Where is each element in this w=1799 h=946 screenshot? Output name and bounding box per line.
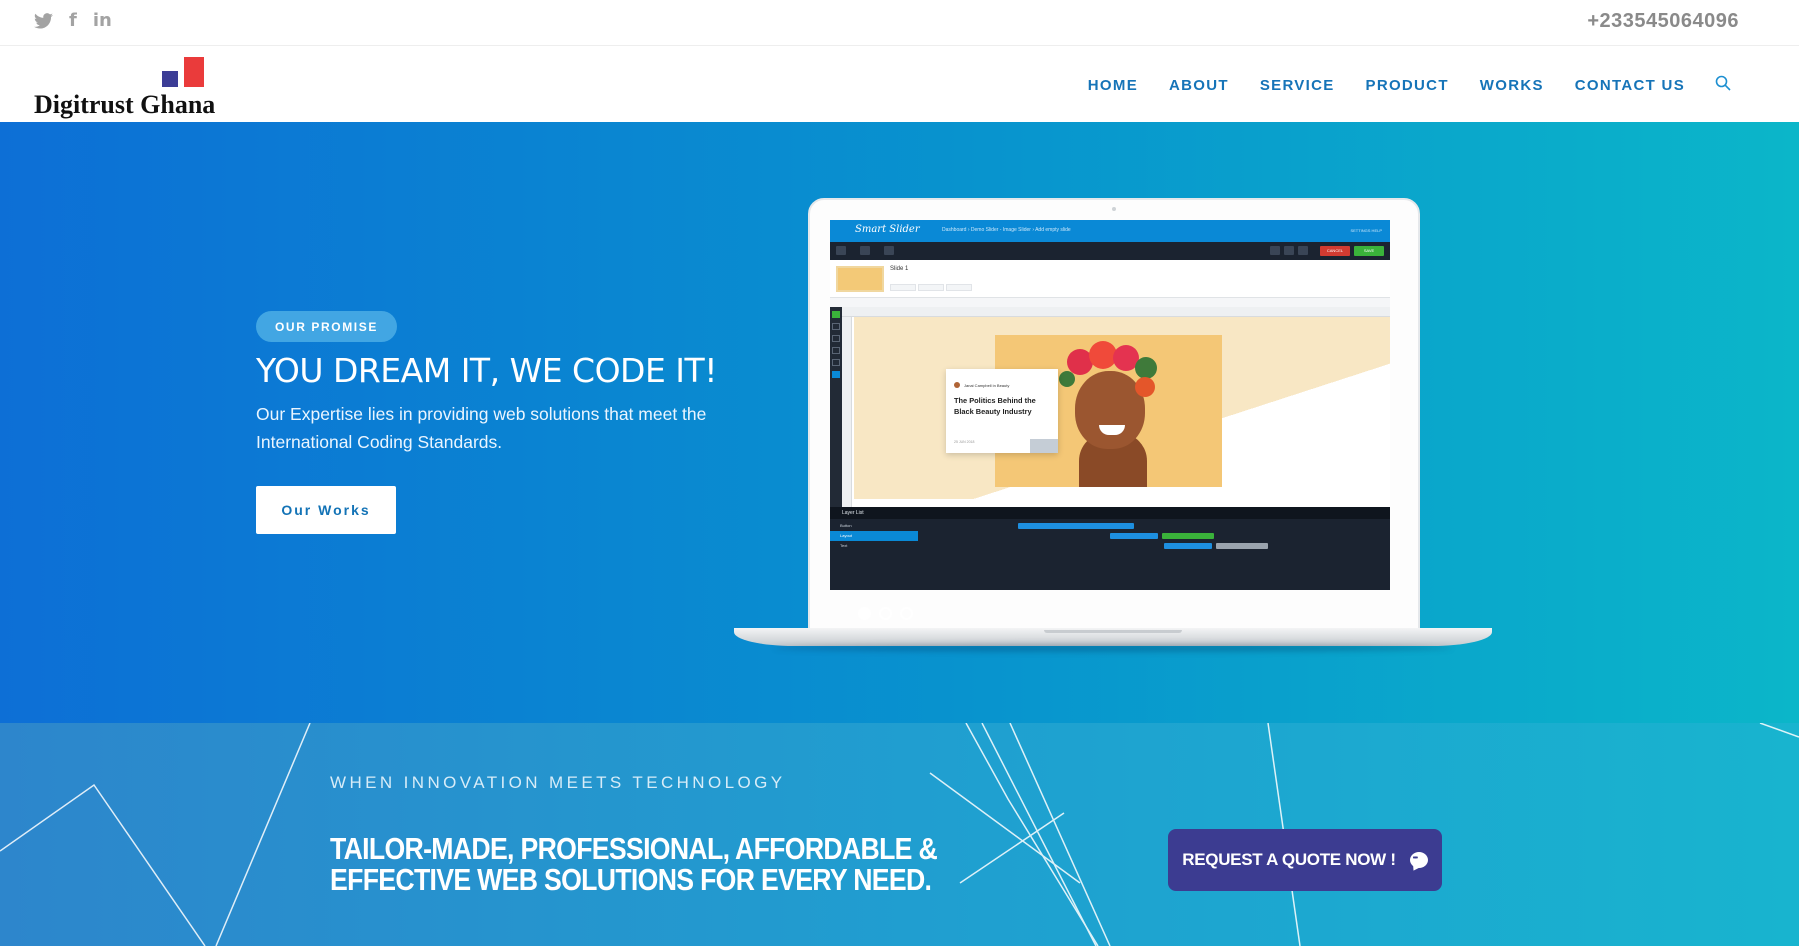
site-header: Digitrust Ghana HOME ABOUT SERVICE PRODU… [0, 47, 1799, 122]
timeline-bar [1018, 523, 1134, 529]
laptop-screen: Smart Slider Dashboard › Demo Slider - I… [830, 220, 1390, 590]
laptop-mockup: Smart Slider Dashboard › Demo Slider - I… [734, 198, 1492, 658]
card-date: 25 JUN 2018 [954, 440, 975, 444]
card-title: The Politics Behind the Black Beauty Ind… [954, 396, 1036, 416]
timeline-bar [1164, 543, 1212, 549]
screen-tool-icon [884, 246, 894, 255]
slider-dots [858, 607, 913, 620]
laptop-shadow [774, 644, 1452, 652]
promise-badge: OUR PROMISE [256, 311, 397, 342]
screen-topbar: Smart Slider Dashboard › Demo Slider - I… [830, 220, 1390, 242]
screen-left-tools [830, 307, 842, 507]
screen-vertical-ruler [842, 317, 852, 507]
band-title: TAILOR-MADE, PROFESSIONAL, AFFORDABLE & … [330, 831, 938, 897]
flower-icon [1059, 371, 1075, 387]
layer-row: Layout [830, 531, 918, 541]
slider-dot-2[interactable] [879, 607, 892, 620]
screen-tool-icon [836, 246, 846, 255]
screen-menu: SETTINGS HELP [1350, 228, 1382, 233]
facebook-icon[interactable]: f [69, 10, 77, 32]
nav-contact-us[interactable]: CONTACT US [1575, 77, 1685, 94]
social-links: f in [34, 10, 112, 32]
screen-cancel-button: CANCEL [1320, 246, 1350, 256]
slider-dot-1[interactable] [858, 607, 871, 620]
screen-breadcrumb: Dashboard › Demo Slider - Image Slider ›… [942, 227, 1071, 233]
laptop-camera [1112, 207, 1116, 211]
logo-text: Digitrust Ghana [34, 90, 216, 119]
nav-works[interactable]: WORKS [1480, 77, 1544, 94]
laptop-notch [1044, 630, 1182, 633]
screen-layer-header: Layer List [830, 507, 1390, 519]
layer-row: Button [840, 523, 852, 528]
hero-slider: OUR PROMISE YOU DREAM IT, WE CODE IT! Ou… [0, 122, 1799, 723]
request-quote-button[interactable]: REQUEST A QUOTE NOW ! [1168, 829, 1442, 891]
screen-tool-text [832, 335, 840, 342]
phone-number[interactable]: +233545064096 [1587, 10, 1739, 33]
laptop-lid: Smart Slider Dashboard › Demo Slider - I… [808, 198, 1420, 636]
photo-face [1075, 371, 1145, 449]
nav-product[interactable]: PRODUCT [1366, 77, 1449, 94]
request-quote-label: REQUEST A QUOTE NOW ! [1182, 850, 1396, 869]
our-works-button[interactable]: Our Works [256, 486, 396, 534]
site-logo[interactable]: Digitrust Ghana [34, 52, 234, 119]
nav-home[interactable]: HOME [1088, 77, 1138, 94]
card-arrows [1030, 439, 1058, 453]
main-nav: HOME ABOUT SERVICE PRODUCT WORKS CONTACT… [1057, 75, 1731, 96]
hero-subtitle: Our Expertise lies in providing web solu… [256, 404, 707, 452]
flower-icon [1135, 377, 1155, 397]
screen-tool-icon [1284, 246, 1294, 255]
screen-slide-name: Slide 1 [890, 266, 909, 272]
chat-bubble-icon [1409, 852, 1428, 868]
screen-ruler [842, 307, 1390, 317]
card-avatar [954, 382, 960, 388]
twitter-icon[interactable] [34, 13, 53, 29]
screen-tool-add [832, 311, 840, 318]
cta-band: WHEN INNOVATION MEETS TECHNOLOGY TAILOR-… [0, 723, 1799, 946]
timeline-bar [1162, 533, 1214, 539]
screen-slide-thumbnail [836, 266, 884, 292]
screen-toolbar: CANCEL SAVE [830, 242, 1390, 260]
top-bar: f in +233545064096 [0, 0, 1799, 46]
slider-dot-3[interactable] [900, 607, 913, 620]
screen-tool-button [832, 359, 840, 366]
logo-red-block [184, 57, 204, 87]
screen-save-button: SAVE [1354, 246, 1384, 256]
logo-blue-block [162, 71, 178, 87]
screen-tool-icon [1270, 246, 1280, 255]
screen-canvas: Janai Campbell in Beauty The Politics Be… [842, 317, 1390, 507]
screen-brand: Smart Slider [855, 224, 920, 235]
nav-service[interactable]: SERVICE [1260, 77, 1335, 94]
timeline-bar [1216, 543, 1268, 549]
screen-slide-tabs [890, 284, 972, 291]
hero-title: YOU DREAM IT, WE CODE IT! [256, 351, 717, 390]
screen-layer-panel: Layer List Button Layout Text [830, 507, 1390, 590]
screen-stage: Janai Campbell in Beauty The Politics Be… [854, 317, 1390, 499]
timeline-bar [1110, 533, 1158, 539]
screen-tool-icon [860, 246, 870, 255]
band-kicker: WHEN INNOVATION MEETS TECHNOLOGY [330, 773, 786, 792]
screen-tool-image [832, 347, 840, 354]
search-icon[interactable] [1715, 75, 1731, 96]
nav-about[interactable]: ABOUT [1169, 77, 1229, 94]
screen-tool-layer [832, 371, 840, 378]
flower-icon [1135, 357, 1157, 379]
screen-tool-heading [832, 323, 840, 330]
screen-article-card: Janai Campbell in Beauty The Politics Be… [946, 369, 1058, 453]
layer-list-label: Layer List [842, 510, 864, 516]
screen-mini-toolbar [830, 298, 1390, 307]
screen-tool-icon [1298, 246, 1308, 255]
card-author: Janai Campbell in Beauty [964, 383, 1010, 388]
layer-row: Text [840, 543, 848, 548]
screen-slide-bar: Slide 1 [830, 260, 1390, 298]
linkedin-icon[interactable]: in [93, 10, 112, 32]
